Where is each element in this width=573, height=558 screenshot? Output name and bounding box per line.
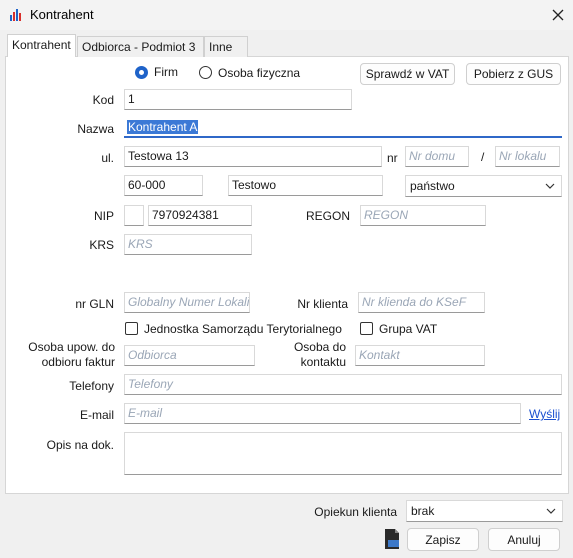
- osoba-upow-label-line2: odbioru faktur: [41, 355, 115, 369]
- osoba-upow-input[interactable]: Odbiorca: [124, 345, 255, 366]
- kod-label: Kod: [92, 93, 114, 107]
- nr-label: nr: [387, 151, 398, 165]
- nr-klienta-label: Nr klienta: [297, 297, 348, 311]
- gln-label: nr GLN: [75, 297, 114, 311]
- close-button[interactable]: [544, 2, 572, 28]
- opis-textarea[interactable]: [124, 432, 562, 475]
- country-select[interactable]: państwo: [405, 175, 562, 197]
- regon-label: REGON: [305, 209, 350, 223]
- email-label: E-mail: [79, 408, 114, 422]
- slash-separator: /: [481, 150, 485, 164]
- telefony-label: Telefony: [69, 379, 114, 393]
- check-vat-button[interactable]: Sprawdź w VAT: [360, 63, 455, 85]
- radio-person-label: Osoba fizyczna: [218, 66, 301, 80]
- osoba-kontakt-input[interactable]: Kontakt: [355, 345, 485, 366]
- radio-firm[interactable]: [135, 66, 148, 79]
- nazwa-label: Nazwa: [77, 122, 114, 136]
- chevron-down-icon: [546, 508, 556, 514]
- send-email-link[interactable]: Wyślij: [529, 407, 560, 421]
- gln-input[interactable]: Globalny Numer Lokali: [124, 292, 250, 313]
- radio-person[interactable]: [199, 66, 212, 79]
- postal-code-input[interactable]: 60-000: [124, 175, 203, 196]
- ulica-label: ul.: [101, 151, 114, 165]
- opiekun-select[interactable]: brak: [406, 500, 563, 522]
- krs-input[interactable]: KRS: [124, 234, 252, 255]
- grupa-vat-label: Grupa VAT: [379, 322, 438, 336]
- jst-checkbox-label: Jednostka Samorządu Terytorialnego: [144, 322, 342, 336]
- email-input[interactable]: E-mail: [124, 403, 521, 424]
- tab-inne[interactable]: Inne: [204, 36, 248, 57]
- nip-label: NIP: [93, 209, 114, 223]
- close-icon: [552, 9, 564, 21]
- chevron-down-icon: [545, 183, 555, 189]
- tab-odbiorca[interactable]: Odbiorca - Podmiot 3: [77, 36, 204, 57]
- regon-input[interactable]: REGON: [360, 205, 486, 226]
- nazwa-value: Kontrahent A: [127, 120, 199, 134]
- telefony-input[interactable]: Telefony: [124, 374, 562, 395]
- opiekun-label: Opiekun klienta: [314, 505, 397, 519]
- window-title: Kontrahent: [30, 7, 94, 22]
- jst-checkbox[interactable]: [125, 322, 138, 335]
- save-button[interactable]: Zapisz: [407, 528, 479, 551]
- tab-kontrahent[interactable]: Kontrahent: [7, 34, 76, 57]
- nip-prefix-input[interactable]: [124, 205, 144, 226]
- city-input[interactable]: Testowo: [228, 175, 383, 196]
- fetch-gus-button[interactable]: Pobierz z GUS: [466, 63, 561, 85]
- country-select-value: państwo: [410, 179, 455, 193]
- nr-lokalu-input[interactable]: Nr lokalu: [495, 146, 560, 167]
- nip-input[interactable]: 7970924381: [148, 205, 252, 226]
- grupa-vat-checkbox[interactable]: [360, 322, 373, 335]
- kod-input[interactable]: 1: [124, 89, 352, 110]
- radio-firm-label: Firm: [154, 65, 178, 79]
- osoba-kontakt-label-line1: Osoba do: [293, 340, 346, 354]
- ulica-input[interactable]: Testowa 13: [124, 146, 382, 167]
- osoba-kontakt-label-line2: kontaktu: [300, 355, 346, 369]
- opiekun-select-value: brak: [411, 504, 435, 518]
- app-logo-icon: [10, 9, 21, 21]
- nr-klienta-input[interactable]: Nr klienda do KSeF: [358, 292, 485, 313]
- osoba-upow-label-line1: Osoba upow. do: [28, 340, 115, 354]
- krs-label: KRS: [89, 238, 114, 252]
- cancel-button[interactable]: Anuluj: [488, 528, 560, 551]
- opis-label: Opis na dok.: [46, 438, 114, 452]
- nazwa-input[interactable]: Kontrahent A: [124, 117, 562, 138]
- document-icon[interactable]: [383, 528, 401, 550]
- nr-domu-input[interactable]: Nr domu: [405, 146, 469, 167]
